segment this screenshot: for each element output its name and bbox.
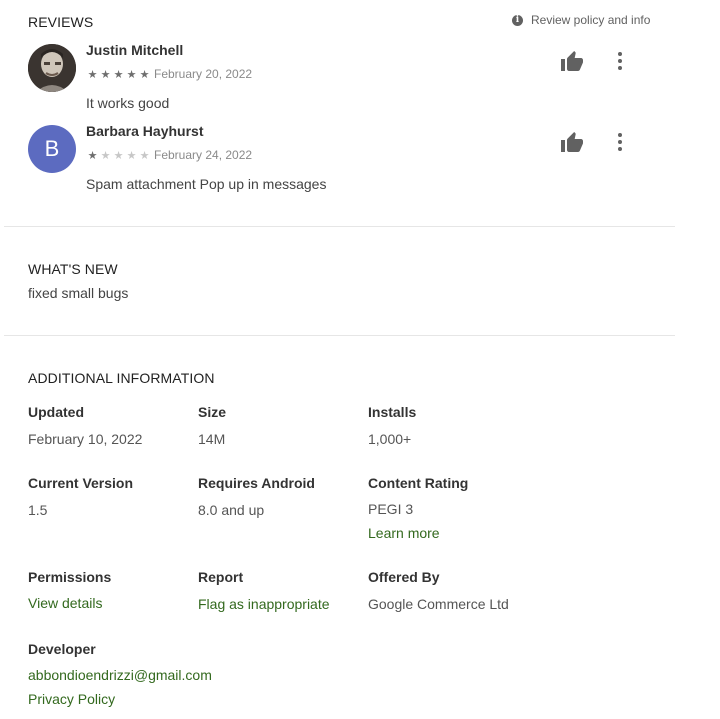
report-label: Report <box>198 569 244 585</box>
more-vert-icon-dot <box>618 140 622 144</box>
review-date: February 20, 2022 <box>154 67 253 81</box>
reviewer-photo <box>28 44 76 92</box>
review-text: It works good <box>86 95 170 111</box>
more-vert-icon-dot <box>618 133 622 137</box>
more-vert-icon-dot <box>618 66 622 70</box>
content-rating-value: PEGI 3 <box>368 501 414 517</box>
more-vert-icon-dot <box>618 59 622 63</box>
whats-new-heading: WHAT'S NEW <box>28 261 118 277</box>
review-item: Justin Mitchell ★ ★ ★ ★ ★ February 20, 2… <box>28 42 668 116</box>
requires-android-label: Requires Android <box>198 475 315 491</box>
star-icon: ★ <box>139 68 150 81</box>
flag-inappropriate-link[interactable]: Flag as inappropriate <box>198 596 330 612</box>
current-version-label: Current Version <box>28 475 134 491</box>
star-icon: ★ <box>126 149 137 162</box>
star-icon: ★ <box>139 149 150 162</box>
offered-by-label: Offered By <box>368 569 440 585</box>
permissions-label: Permissions <box>28 569 112 585</box>
size-value: 14M <box>198 431 226 447</box>
review-policy-link[interactable]: i Review policy and info <box>512 13 650 27</box>
requires-android-value: 8.0 and up <box>198 502 265 518</box>
review-policy-label[interactable]: Review policy and info <box>531 13 650 27</box>
updated-label: Updated <box>28 404 84 420</box>
star-icon: ★ <box>126 68 137 81</box>
installs-value: 1,000+ <box>368 431 412 447</box>
review-meta: ★ ★ ★ ★ ★ February 20, 2022 <box>86 67 253 81</box>
reviewer-avatar <box>28 44 76 92</box>
reviews-heading: REVIEWS <box>28 14 94 30</box>
star-rating: ★ ★ ★ ★ ★ <box>86 68 151 81</box>
reviewer-name: Barbara Hayhurst <box>86 123 204 139</box>
star-icon: ★ <box>87 149 98 162</box>
thumbs-up-icon <box>561 132 583 152</box>
installs-label: Installs <box>368 404 417 420</box>
updated-value: February 10, 2022 <box>28 431 143 447</box>
thumbs-up-icon <box>561 51 583 71</box>
size-label: Size <box>198 404 227 420</box>
more-vert-icon-dot <box>618 147 622 151</box>
privacy-policy-link[interactable]: Privacy Policy <box>28 691 115 707</box>
whats-new-text: fixed small bugs <box>28 285 129 301</box>
review-item: B Barbara Hayhurst ★ ★ ★ ★ ★ February 24… <box>28 123 668 197</box>
reviewer-name: Justin Mitchell <box>86 42 184 58</box>
current-version-value: 1.5 <box>28 502 48 518</box>
star-icon: ★ <box>113 149 124 162</box>
review-text: Spam attachment Pop up in messages <box>86 176 327 192</box>
additional-info-heading: ADDITIONAL INFORMATION <box>28 370 215 386</box>
reviewer-avatar: B <box>28 125 76 173</box>
section-divider <box>4 226 675 227</box>
star-icon: ★ <box>87 68 98 81</box>
review-meta: ★ ★ ★ ★ ★ February 24, 2022 <box>86 148 253 162</box>
review-date: February 24, 2022 <box>154 148 253 162</box>
learn-more-link[interactable]: Learn more <box>368 525 440 541</box>
section-divider <box>4 335 675 336</box>
star-icon: ★ <box>100 149 111 162</box>
helpful-button[interactable] <box>560 131 584 155</box>
developer-label: Developer <box>28 641 96 657</box>
star-icon: ★ <box>100 68 111 81</box>
view-details-link[interactable]: View details <box>28 595 102 611</box>
helpful-button[interactable] <box>560 50 584 74</box>
star-rating: ★ ★ ★ ★ ★ <box>86 149 151 162</box>
star-icon: ★ <box>113 68 124 81</box>
more-options-button[interactable] <box>614 131 626 153</box>
content-rating-label: Content Rating <box>368 475 469 491</box>
developer-email-link[interactable]: abbondioendrizzi@gmail.com <box>28 667 212 683</box>
offered-by-value: Google Commerce Ltd <box>368 596 509 612</box>
more-options-button[interactable] <box>614 50 626 72</box>
info-icon: i <box>512 14 523 26</box>
more-vert-icon-dot <box>618 52 622 56</box>
